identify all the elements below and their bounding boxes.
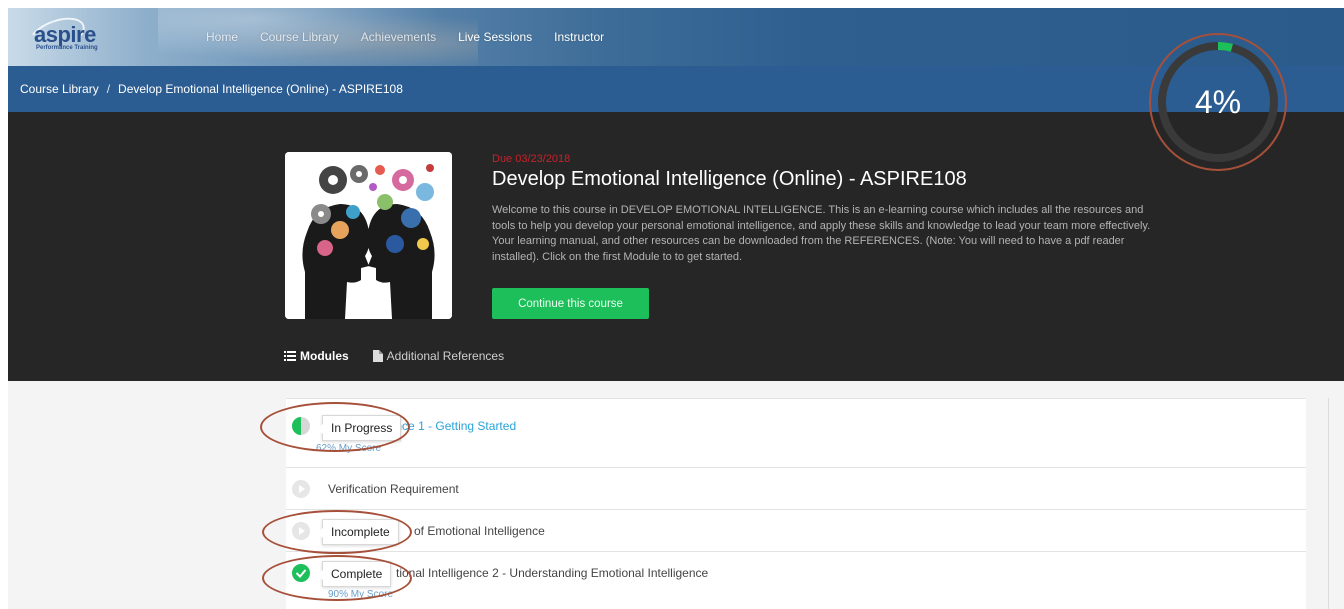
play-icon bbox=[292, 480, 310, 498]
annotation-circle bbox=[262, 555, 412, 601]
module-row[interactable]: onal Intelligence 1 - Getting Started 62… bbox=[286, 398, 1306, 468]
nav-achievements[interactable]: Achievements bbox=[361, 30, 436, 44]
module-row[interactable]: tional Intelligence 2 - Understanding Em… bbox=[286, 552, 1306, 609]
nav-course-library[interactable]: Course Library bbox=[260, 30, 339, 44]
course-description: Welcome to this course in DEVELOP EMOTIO… bbox=[492, 204, 1151, 263]
annotation-circle bbox=[260, 402, 410, 452]
course-thumbnail bbox=[285, 152, 452, 319]
breadcrumb-course-library[interactable]: Course Library bbox=[20, 82, 99, 96]
file-icon bbox=[372, 350, 383, 362]
course-tabs: Modules Additional References bbox=[284, 349, 528, 363]
annotation-circle bbox=[262, 510, 412, 554]
tab-modules[interactable]: Modules bbox=[284, 349, 349, 363]
module-row[interactable]: of Emotional Intelligence bbox=[286, 510, 1306, 552]
course-title: Develop Emotional Intelligence (Online) … bbox=[492, 168, 967, 190]
nav-instructor[interactable]: Instructor bbox=[554, 30, 604, 44]
list-icon bbox=[284, 351, 296, 361]
module-title[interactable]: of Emotional Intelligence bbox=[414, 524, 545, 538]
brand-logo[interactable]: aspire Performance Training bbox=[24, 10, 124, 60]
breadcrumb-current: Develop Emotional Intelligence (Online) … bbox=[118, 82, 403, 96]
nav-home[interactable]: Home bbox=[206, 30, 238, 44]
tab-additional-references[interactable]: Additional References bbox=[372, 349, 505, 363]
progress-percent: 4% bbox=[1194, 83, 1242, 120]
tab-additional-references-label: Additional References bbox=[386, 349, 505, 363]
due-date: Due 03/23/2018 bbox=[492, 153, 571, 165]
scrollbar-track[interactable] bbox=[1328, 398, 1329, 609]
nav-live-sessions[interactable]: Live Sessions bbox=[458, 30, 532, 44]
breadcrumb: Course Library / Develop Emotional Intel… bbox=[8, 66, 1344, 112]
main-nav: Home Course Library Achievements Live Se… bbox=[206, 8, 626, 66]
course-hero: Due 03/23/2018 Develop Emotional Intelli… bbox=[8, 112, 1344, 381]
module-title[interactable]: tional Intelligence 2 - Understanding Em… bbox=[396, 566, 708, 580]
logo-tagline: Performance Training bbox=[36, 45, 98, 51]
module-title[interactable]: Verification Requirement bbox=[328, 482, 459, 496]
top-nav-bar: aspire Performance Training Home Course … bbox=[8, 8, 1344, 66]
module-row[interactable]: Verification Requirement bbox=[286, 468, 1306, 510]
continue-course-button[interactable]: Continue this course bbox=[492, 288, 649, 319]
tab-modules-label: Modules bbox=[300, 349, 349, 363]
breadcrumb-separator: / bbox=[106, 82, 111, 96]
